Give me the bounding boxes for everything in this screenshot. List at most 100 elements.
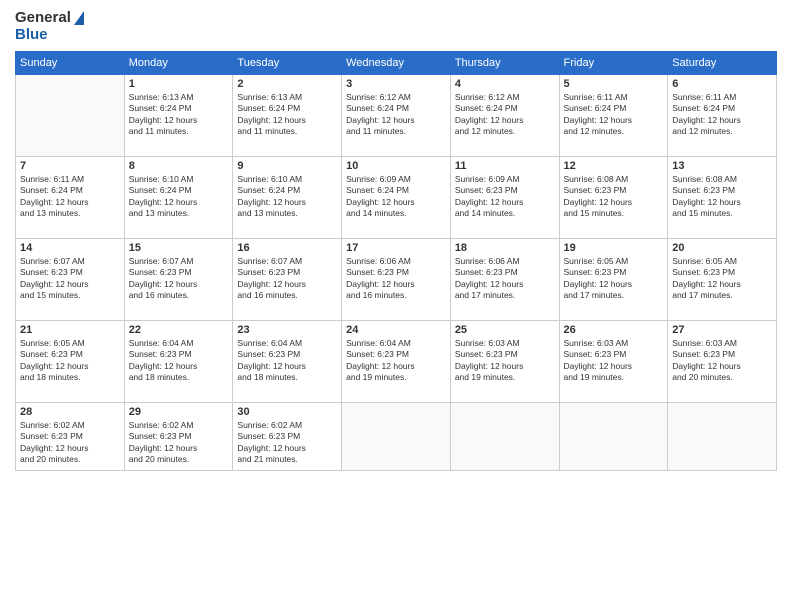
day-number: 4 <box>455 78 555 90</box>
day-number: 9 <box>237 160 337 172</box>
day-number: 25 <box>455 324 555 336</box>
calendar-cell: 3Sunrise: 6:12 AM Sunset: 6:24 PM Daylig… <box>342 75 451 157</box>
day-info: Sunrise: 6:04 AM Sunset: 6:23 PM Dayligh… <box>129 338 229 384</box>
day-number: 28 <box>20 406 120 418</box>
calendar-cell: 5 Sunrise: 6:11 AM Sunset: 6:24 PM Daylig… <box>559 75 668 157</box>
day-number: 12 <box>564 160 664 172</box>
day-info: Sunrise: 6:02 AM Sunset: 6:23 PM Dayligh… <box>129 420 229 466</box>
calendar-table: SundayMondayTuesdayWednesdayThursdayFrid… <box>15 51 777 471</box>
day-number: 15 <box>129 242 229 254</box>
day-number: 1 <box>129 78 229 90</box>
calendar-cell: 18 Sunrise: 6:06 AM Sunset: 6:23 PM Dayli… <box>450 239 559 321</box>
day-info: Sunrise: 6:12 AM Sunset: 6:24 PM Dayligh… <box>455 92 555 138</box>
calendar-cell: 2 Sunrise: 6:13 AM Sunset: 6:24 PM Daylig… <box>233 75 342 157</box>
day-info: Sunrise: 6:03 AM Sunset: 6:23 PM Dayligh… <box>455 338 555 384</box>
calendar-cell: 1 Sunrise: 6:13 AM Sunset: 6:24 PM Daylig… <box>124 75 233 157</box>
calendar-cell: 15 Sunrise: 6:07 AM Sunset: 6:23 PM Dayli… <box>124 239 233 321</box>
calendar-week-3: 14 Sunrise: 6:07 AM Sunset: 6:23 PM Dayli… <box>16 239 777 321</box>
calendar-week-4: 21 Sunrise: 6:05 AM Sunset: 6:23 PM Dayli… <box>16 321 777 403</box>
day-header-friday: Friday <box>559 52 668 75</box>
day-info: Sunrise: 6:09 AM Sunset: 6:24 PM Dayligh… <box>346 174 446 220</box>
day-number: 21 <box>20 324 120 336</box>
day-info: Sunrise: 6:09 AM Sunset: 6:23 PM Dayligh… <box>455 174 555 220</box>
day-info: Sunrise: 6:05 AM Sunset: 6:23 PM Dayligh… <box>564 256 664 302</box>
day-info: Sunrise: 6:06 AM Sunset: 6:23 PM Dayligh… <box>346 256 446 302</box>
day-number: 18 <box>455 242 555 254</box>
calendar-cell: 30 Sunrise: 6:02 AM Sunset: 6:23 PM Dayli… <box>233 403 342 471</box>
day-number: 8 <box>129 160 229 172</box>
day-info: Sunrise: 6:08 AM Sunset: 6:23 PM Dayligh… <box>564 174 664 220</box>
calendar-cell: 14 Sunrise: 6:07 AM Sunset: 6:23 PM Dayli… <box>16 239 125 321</box>
calendar-cell <box>16 75 125 157</box>
day-number: 30 <box>237 406 337 418</box>
day-header-tuesday: Tuesday <box>233 52 342 75</box>
day-number: 10 <box>346 160 446 172</box>
day-info: Sunrise: 6:13 AM Sunset: 6:24 PM Dayligh… <box>237 92 337 138</box>
calendar-week-2: 7 Sunrise: 6:11 AM Sunset: 6:24 PM Daylig… <box>16 157 777 239</box>
day-number: 13 <box>672 160 772 172</box>
calendar-cell <box>668 403 777 471</box>
day-header-saturday: Saturday <box>668 52 777 75</box>
day-header-thursday: Thursday <box>450 52 559 75</box>
day-number: 5 <box>564 78 664 90</box>
calendar-cell: 27 Sunrise: 6:03 AM Sunset: 6:23 PM Dayli… <box>668 321 777 403</box>
day-number: 27 <box>672 324 772 336</box>
calendar-week-5: 28 Sunrise: 6:02 AM Sunset: 6:23 PM Dayli… <box>16 403 777 471</box>
day-number: 24 <box>346 324 446 336</box>
calendar-cell <box>342 403 451 471</box>
calendar-header-row: SundayMondayTuesdayWednesdayThursdayFrid… <box>16 52 777 75</box>
calendar-cell: 11 Sunrise: 6:09 AM Sunset: 6:23 PM Dayli… <box>450 157 559 239</box>
day-number: 16 <box>237 242 337 254</box>
day-info: Sunrise: 6:08 AM Sunset: 6:23 PM Dayligh… <box>672 174 772 220</box>
calendar-cell: 28Sunrise: 6:02 AM Sunset: 6:23 PM Dayli… <box>16 403 125 471</box>
day-number: 19 <box>564 242 664 254</box>
day-number: 22 <box>129 324 229 336</box>
day-header-sunday: Sunday <box>16 52 125 75</box>
day-number: 3 <box>346 78 446 90</box>
day-number: 14 <box>20 242 120 254</box>
logo: General Blue <box>15 10 84 43</box>
calendar-cell: 29 Sunrise: 6:02 AM Sunset: 6:23 PM Dayli… <box>124 403 233 471</box>
day-header-wednesday: Wednesday <box>342 52 451 75</box>
day-info: Sunrise: 6:07 AM Sunset: 6:23 PM Dayligh… <box>129 256 229 302</box>
calendar-cell: 12 Sunrise: 6:08 AM Sunset: 6:23 PM Dayli… <box>559 157 668 239</box>
calendar-cell <box>450 403 559 471</box>
day-info: Sunrise: 6:11 AM Sunset: 6:24 PM Dayligh… <box>20 174 120 220</box>
logo-text: General Blue <box>15 10 84 43</box>
calendar-cell: 17 Sunrise: 6:06 AM Sunset: 6:23 PM Dayli… <box>342 239 451 321</box>
calendar-cell: 13 Sunrise: 6:08 AM Sunset: 6:23 PM Dayli… <box>668 157 777 239</box>
day-info: Sunrise: 6:03 AM Sunset: 6:23 PM Dayligh… <box>672 338 772 384</box>
calendar-cell: 21 Sunrise: 6:05 AM Sunset: 6:23 PM Dayli… <box>16 321 125 403</box>
day-info: Sunrise: 6:03 AM Sunset: 6:23 PM Dayligh… <box>564 338 664 384</box>
day-number: 7 <box>20 160 120 172</box>
day-info: Sunrise: 6:04 AM Sunset: 6:23 PM Dayligh… <box>237 338 337 384</box>
day-info: Sunrise: 6:11 AM Sunset: 6:24 PM Dayligh… <box>564 92 664 138</box>
calendar-cell: 26Sunrise: 6:03 AM Sunset: 6:23 PM Dayli… <box>559 321 668 403</box>
day-info: Sunrise: 6:10 AM Sunset: 6:24 PM Dayligh… <box>129 174 229 220</box>
calendar-cell: 4 Sunrise: 6:12 AM Sunset: 6:24 PM Daylig… <box>450 75 559 157</box>
day-number: 17 <box>346 242 446 254</box>
calendar-cell: 23 Sunrise: 6:04 AM Sunset: 6:23 PM Dayli… <box>233 321 342 403</box>
day-info: Sunrise: 6:13 AM Sunset: 6:24 PM Dayligh… <box>129 92 229 138</box>
day-info: Sunrise: 6:06 AM Sunset: 6:23 PM Dayligh… <box>455 256 555 302</box>
calendar-cell: 8 Sunrise: 6:10 AM Sunset: 6:24 PM Daylig… <box>124 157 233 239</box>
day-number: 6 <box>672 78 772 90</box>
calendar-cell: 20 Sunrise: 6:05 AM Sunset: 6:23 PM Dayli… <box>668 239 777 321</box>
calendar-cell: 6 Sunrise: 6:11 AM Sunset: 6:24 PM Daylig… <box>668 75 777 157</box>
day-number: 11 <box>455 160 555 172</box>
day-number: 20 <box>672 242 772 254</box>
calendar-week-1: 1 Sunrise: 6:13 AM Sunset: 6:24 PM Daylig… <box>16 75 777 157</box>
calendar-cell: 10 Sunrise: 6:09 AM Sunset: 6:24 PM Dayli… <box>342 157 451 239</box>
calendar-cell: 16Sunrise: 6:07 AM Sunset: 6:23 PM Dayli… <box>233 239 342 321</box>
day-info: Sunrise: 6:05 AM Sunset: 6:23 PM Dayligh… <box>20 338 120 384</box>
day-number: 2 <box>237 78 337 90</box>
day-header-monday: Monday <box>124 52 233 75</box>
calendar-cell: 22 Sunrise: 6:04 AM Sunset: 6:23 PM Dayli… <box>124 321 233 403</box>
page-header: General Blue <box>15 10 777 43</box>
day-number: 29 <box>129 406 229 418</box>
day-info: Sunrise: 6:02 AM Sunset: 6:23 PM Dayligh… <box>237 420 337 466</box>
day-info: Sunrise: 6:05 AM Sunset: 6:23 PM Dayligh… <box>672 256 772 302</box>
day-info: Sunrise: 6:07 AM Sunset: 6:23 PM Dayligh… <box>20 256 120 302</box>
day-info: Sunrise: 6:11 AM Sunset: 6:24 PM Dayligh… <box>672 92 772 138</box>
day-number: 23 <box>237 324 337 336</box>
